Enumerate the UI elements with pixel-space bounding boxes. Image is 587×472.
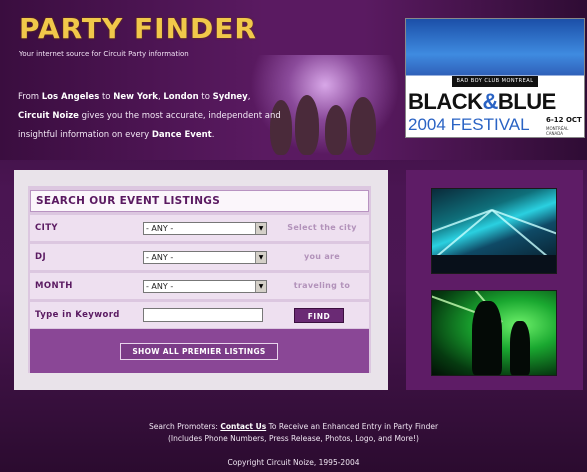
dj-row: DJ - ANY - ▼ you are bbox=[30, 244, 369, 270]
city-london: London bbox=[163, 92, 199, 102]
search-title: SEARCH OUR EVENT LISTINGS bbox=[30, 190, 369, 212]
keyword-input[interactable] bbox=[143, 308, 263, 322]
keyword-label: Type in Keyword bbox=[35, 310, 120, 320]
dance-event-text: Dance Event bbox=[151, 130, 212, 140]
banner-dates: 6-12 OCT bbox=[546, 116, 582, 124]
site-logo[interactable]: PARTY FINDER bbox=[19, 14, 257, 44]
chevron-down-icon[interactable]: ▼ bbox=[255, 252, 266, 263]
banner-club: BAD BOY CLUB MONTREAL bbox=[452, 76, 538, 87]
intro-text: From Los Angeles to New York, London to … bbox=[18, 92, 281, 140]
banner-title: BLACK&BLUE bbox=[408, 89, 556, 114]
contact-us-link[interactable]: Contact Us bbox=[220, 422, 266, 431]
dj-hint: you are bbox=[303, 252, 341, 261]
dj-label: DJ bbox=[35, 252, 47, 262]
city-row: CITY - ANY - ▼ Select the city bbox=[30, 215, 369, 241]
brand-name: Circuit Noize bbox=[18, 111, 79, 121]
chevron-down-icon[interactable]: ▼ bbox=[255, 223, 266, 234]
city-hint: Select the city bbox=[287, 223, 357, 232]
footer-includes: (Includes Phone Numbers, Press Release, … bbox=[168, 434, 419, 443]
copyright: Copyright Circuit Noize, 1995-2004 bbox=[227, 458, 360, 467]
city-select[interactable]: - ANY - ▼ bbox=[143, 222, 267, 235]
show-all-premier-listings-button[interactable]: SHOW ALL PREMIER LISTINGS bbox=[120, 343, 278, 360]
laser-club-photo bbox=[431, 188, 557, 274]
page: PARTY FINDER Your internet source for Ci… bbox=[0, 0, 587, 472]
dj-select[interactable]: - ANY - ▼ bbox=[143, 251, 267, 264]
month-hint: traveling to bbox=[293, 281, 351, 290]
banner-location: MONTRÉAL CANADA bbox=[546, 126, 569, 136]
city-new-york: New York bbox=[113, 92, 158, 102]
event-banner-ad[interactable]: BAD BOY CLUB MONTREAL BLACK&BLUE 2004 FE… bbox=[405, 18, 585, 138]
banner-festival: 2004 FESTIVAL bbox=[408, 115, 530, 134]
month-select[interactable]: - ANY - ▼ bbox=[143, 280, 267, 293]
dancers-club-photo bbox=[431, 290, 557, 376]
chevron-down-icon[interactable]: ▼ bbox=[255, 281, 266, 292]
month-row: MONTH - ANY - ▼ traveling to bbox=[30, 273, 369, 299]
city-los-angeles: Los Angeles bbox=[41, 92, 100, 102]
footer-promoters: Search Promoters: Contact Us To Receive … bbox=[148, 422, 439, 431]
find-button[interactable]: FIND bbox=[294, 308, 344, 323]
month-label: MONTH bbox=[35, 281, 73, 291]
tagline: Your internet source for Circuit Party i… bbox=[19, 50, 189, 58]
keyword-row: Type in Keyword FIND bbox=[30, 302, 369, 328]
city-label: CITY bbox=[35, 223, 58, 233]
city-sydney: Sydney bbox=[212, 92, 248, 102]
